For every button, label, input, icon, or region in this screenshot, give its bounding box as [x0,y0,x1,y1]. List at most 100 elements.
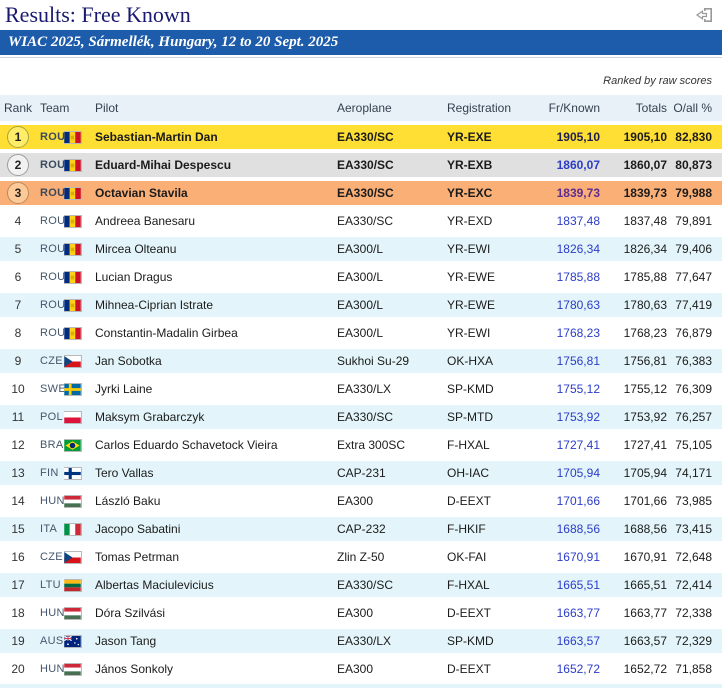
fr-known-link[interactable]: 1785,88 [557,270,600,284]
fr-known-link[interactable]: 1663,77 [557,606,600,620]
team-code: ROU [36,237,64,261]
flag-cell [64,265,90,289]
pilot-name: Constantin-Madalin Girbea [95,326,238,340]
team-code: ROU [40,215,64,227]
table-row: 2 ROU Eduard-Mihai Despescu EA330/SC YR-EXB 1… [0,153,722,177]
col-header-rank: Rank [0,95,36,121]
flag-cell [64,237,90,261]
aeroplane: EA330/LX [337,629,447,653]
partial-next-row [0,684,722,688]
fr-known-cell: 1780,63 [541,293,604,317]
fr-known-link[interactable]: 1688,56 [557,522,600,536]
table-row: 13 FIN Tero Vallas CAP-231 OH-IAC 1705,94 1705… [0,461,722,485]
fr-known-link[interactable]: 1839,73 [557,186,600,200]
fr-known-link[interactable]: 1755,12 [557,382,600,396]
fr-known-link[interactable]: 1780,63 [557,298,600,312]
registration: OK-FAI [447,550,487,564]
totals: 1753,92 [604,405,670,429]
table-row: 17 LTU Albertas Maciulevicius EA330/SC F-HXA… [0,573,722,597]
fr-known-link[interactable]: 1663,57 [557,634,600,648]
overall-pct: 73,415 [670,517,722,541]
fr-known-link[interactable]: 1701,66 [557,494,600,508]
fr-known-link[interactable]: 1826,34 [557,242,600,256]
flag-bra-icon [64,439,82,453]
totals: 1905,10 [604,125,670,149]
totals: 1780,63 [604,293,670,317]
rank-cell: 17 [0,573,36,597]
table-row: 18 HUN Dóra Szilvási EA300 D-EEXT 1663,77 1663… [0,601,722,625]
pilot-name: Jan Sobotka [90,349,337,373]
overall-pct: 71,858 [675,662,712,676]
rank-cell: 5 [0,237,36,261]
flag-ltu-icon [64,579,82,593]
totals: 1860,07 [604,153,670,177]
fr-known-link[interactable]: 1860,07 [557,158,600,172]
aeroplane: EA300/L [337,326,384,340]
rank-cell: 2 [0,153,36,177]
flag-rou-icon [64,215,82,229]
flag-hun-icon [64,495,82,509]
aeroplane: EA330/SC [337,181,447,205]
flag-aus-icon [64,635,82,649]
table-header-row: Rank Team Pilot Aeroplane Registration F… [0,95,722,121]
registration: YR-EXD [447,214,493,228]
pilot-name: Andreea Banesaru [95,214,196,228]
fr-known-cell: 1727,41 [541,433,604,457]
registration: F-HKIF [447,517,541,541]
fr-known-link[interactable]: 1727,41 [557,438,600,452]
overall-pct: 72,338 [675,606,712,620]
logout-icon[interactable] [695,6,715,24]
flag-cell [64,489,90,513]
registration: YR-EWI [447,237,541,261]
fr-known-link[interactable]: 1753,92 [557,410,600,424]
rank-cell: 4 [14,214,22,228]
flag-cze-icon [64,355,82,369]
fr-known-link[interactable]: 1665,51 [557,578,600,592]
pilot-name: Albertas Maciulevicius [90,573,337,597]
fr-known-cell: 1860,07 [541,153,604,177]
pilot-name: Tomas Petrman [95,550,180,564]
registration: D-EEXT [447,494,492,508]
fr-known-cell: 1663,57 [541,629,604,653]
aeroplane: EA300/L [337,237,447,261]
fr-known-cell: 1688,56 [541,517,604,541]
fr-known-link[interactable]: 1837,48 [557,214,600,228]
aeroplane: Zlin Z-50 [337,550,385,564]
registration: D-EEXT [447,606,492,620]
totals: 1652,72 [623,662,667,676]
fr-known-link[interactable]: 1768,23 [557,326,600,340]
flag-rou-icon [64,187,82,201]
team-code: CZE [40,551,63,563]
pilot-name: Dóra Szilvási [95,606,166,620]
aeroplane: CAP-232 [337,517,447,541]
team-code: ROU [36,293,64,317]
overall-pct: 73,985 [675,494,712,508]
fr-known-cell: 1785,88 [541,265,604,289]
fr-known-link[interactable]: 1756,81 [557,354,600,368]
overall-pct: 74,171 [670,461,722,485]
fr-known-link[interactable]: 1670,91 [557,550,600,564]
registration: YR-EWE [447,270,495,284]
totals: 1785,88 [623,270,667,284]
aeroplane: EA330/SC [337,573,447,597]
rank-cell: 10 [11,382,25,396]
fr-known-cell: 1755,12 [541,377,604,401]
fr-known-link[interactable]: 1705,94 [557,466,600,480]
aeroplane: EA330/SC [337,405,447,429]
col-header-registration: Registration [447,95,541,121]
totals: 1756,81 [604,349,670,373]
team-code: POL [36,405,64,429]
flag-cell [64,321,90,345]
aeroplane: EA300/L [337,270,384,284]
page-title: Results: Free Known [5,2,191,27]
table-row: 10 SWE Jyrki Laine EA330/LX SP-KMD 1755,12 175… [0,377,722,401]
fr-known-link[interactable]: 1905,10 [557,130,600,144]
registration: SP-MTD [447,405,541,429]
overall-pct: 76,309 [675,382,712,396]
rank-cell: 6 [14,270,22,284]
team-code: AUS [36,629,64,653]
col-header-totals: Totals [604,95,670,121]
overall-pct: 76,257 [670,405,722,429]
fr-known-link[interactable]: 1652,72 [557,662,600,676]
overall-pct: 79,406 [670,237,722,261]
